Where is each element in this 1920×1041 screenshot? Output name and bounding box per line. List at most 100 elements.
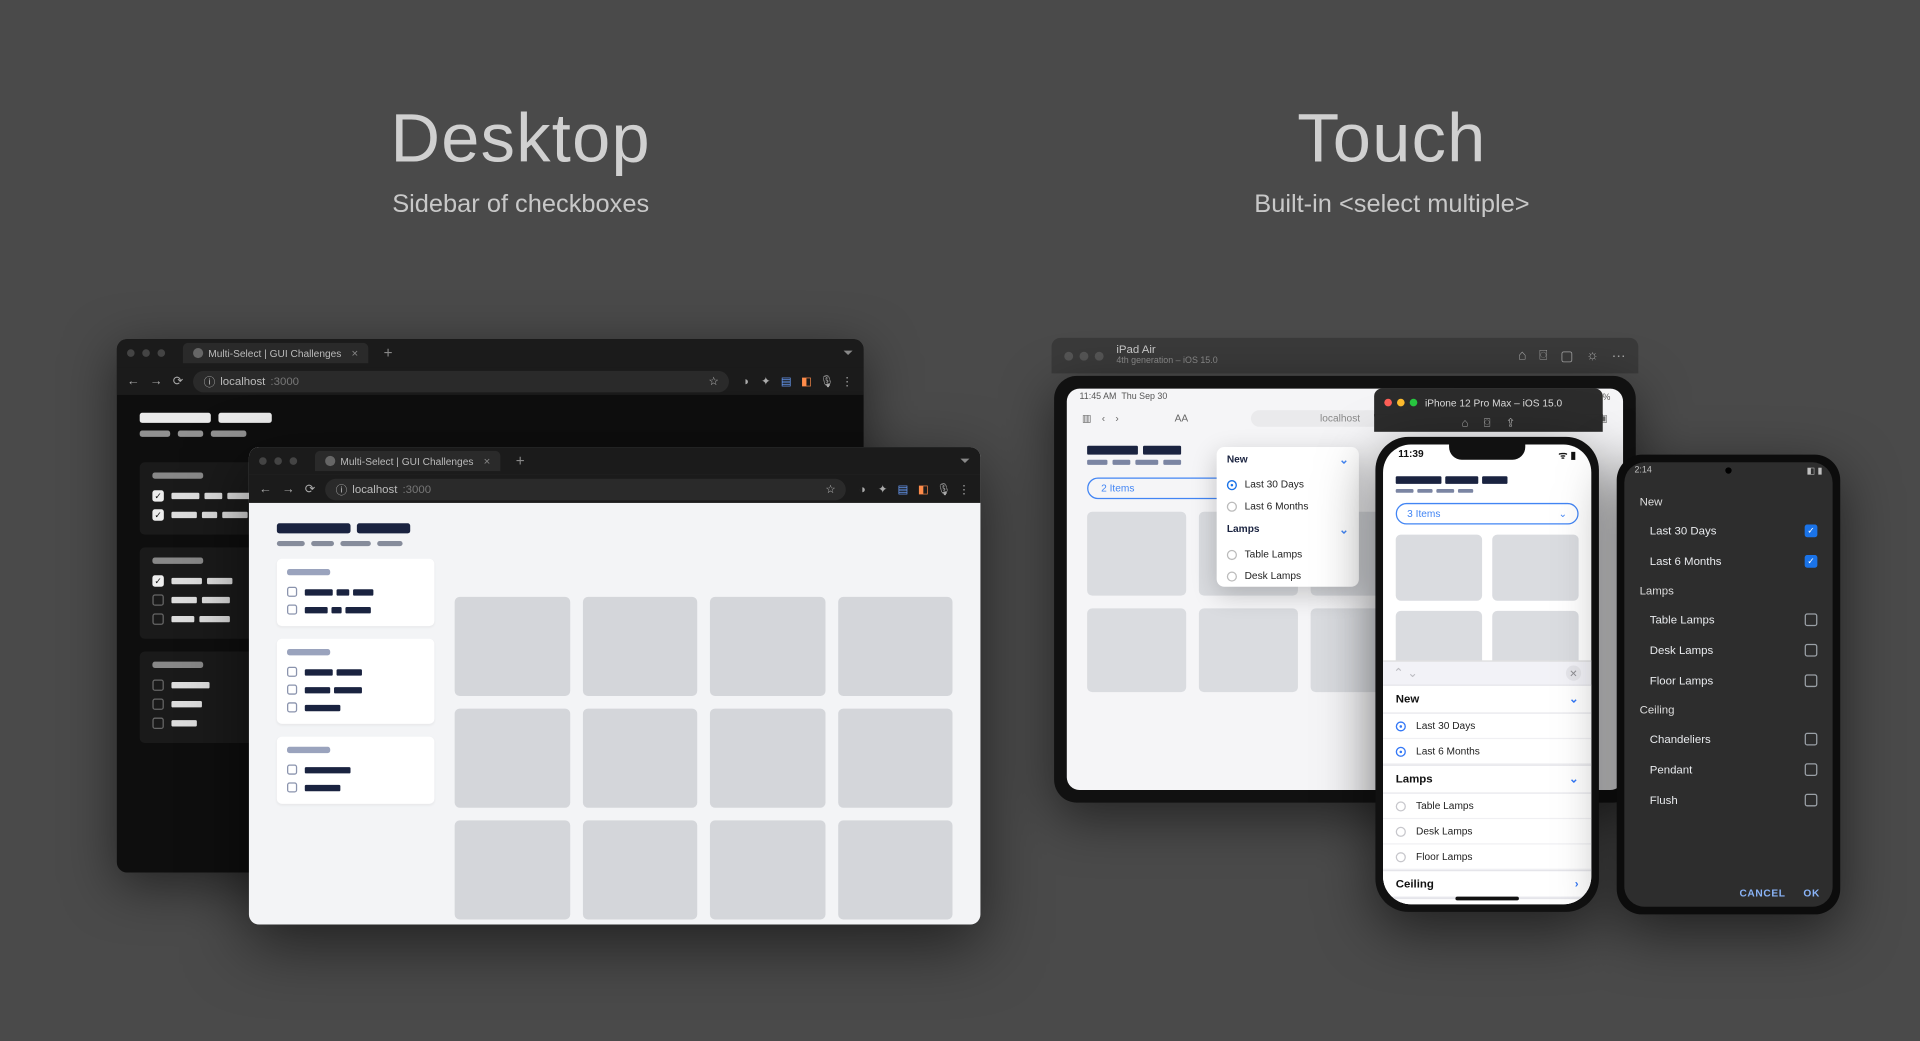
browser-tab[interactable]: Multi-Select | GUI Challenges × <box>183 343 368 363</box>
optgroup-header[interactable]: Ceiling› <box>1383 870 1591 898</box>
filter-row[interactable] <box>287 681 424 699</box>
traffic-light-max[interactable] <box>1410 399 1418 407</box>
option-row[interactable]: Table Lamps <box>1217 544 1359 566</box>
checkbox-icon[interactable] <box>1805 733 1818 746</box>
checkbox-icon[interactable] <box>287 605 297 615</box>
forward-icon[interactable]: → <box>150 374 163 388</box>
ext-icon[interactable]: ✦ <box>876 483 889 496</box>
home-indicator[interactable] <box>1455 897 1519 901</box>
new-tab-button[interactable]: + <box>516 452 525 470</box>
ext-mic-icon[interactable]: 🎙 <box>937 483 950 496</box>
checkbox-icon[interactable] <box>287 587 297 597</box>
result-card[interactable] <box>838 820 953 919</box>
rotate-icon[interactable]: ▢ <box>1560 347 1573 364</box>
traffic-light-close[interactable] <box>1384 399 1392 407</box>
option-row[interactable]: Table Lamps <box>1624 605 1832 635</box>
optgroup-header[interactable]: Lamps⌄ <box>1383 765 1591 794</box>
reader-aa-icon[interactable]: AA <box>1175 413 1189 424</box>
ext-icon[interactable]: ◑ <box>856 483 869 496</box>
checkbox-icon[interactable] <box>287 685 297 695</box>
checkbox-icon[interactable] <box>1805 644 1818 657</box>
checkbox-icon[interactable] <box>1805 763 1818 776</box>
optgroup-header[interactable]: New⌄ <box>1383 685 1591 714</box>
result-card[interactable] <box>1087 512 1186 596</box>
home-icon[interactable]: ⌂ <box>1518 347 1526 364</box>
option-row[interactable]: Flush <box>1624 785 1832 815</box>
option-row[interactable]: Pendant <box>1624 754 1832 784</box>
checkbox-icon[interactable] <box>152 613 163 624</box>
bookmark-star-icon[interactable]: ☆ <box>825 482 835 496</box>
browser-menu-icon[interactable]: ⋮ <box>958 483 971 496</box>
traffic-light-min[interactable] <box>1080 351 1089 360</box>
checkbox-icon[interactable]: ✓ <box>152 575 163 586</box>
checkbox-icon[interactable] <box>287 702 297 712</box>
checkbox-icon[interactable] <box>287 782 297 792</box>
option-row[interactable]: Desk Lamps <box>1217 565 1359 587</box>
checkbox-icon[interactable] <box>1805 674 1818 687</box>
result-card[interactable] <box>710 709 825 808</box>
close-tab-icon[interactable]: × <box>352 347 359 360</box>
option-row[interactable]: Desk Lamps <box>1624 635 1832 665</box>
checkbox-icon[interactable] <box>1805 613 1818 626</box>
bookmark-star-icon[interactable]: ☆ <box>709 374 719 388</box>
result-card[interactable] <box>455 597 570 696</box>
checkbox-icon[interactable]: ✓ <box>1805 525 1818 538</box>
screenshot-icon[interactable]: ⌼ <box>1539 347 1547 364</box>
forward-icon[interactable]: → <box>282 482 295 496</box>
back-icon[interactable]: ← <box>259 482 272 496</box>
ok-button[interactable]: OK <box>1803 888 1820 899</box>
ext-icon[interactable]: ▤ <box>780 375 793 388</box>
ext-icon[interactable]: ✦ <box>759 375 772 388</box>
filter-row[interactable] <box>287 583 424 601</box>
result-card[interactable] <box>1199 608 1298 692</box>
result-card[interactable] <box>838 709 953 808</box>
traffic-light-min[interactable] <box>274 457 282 465</box>
option-row[interactable]: Last 6 Months✓ <box>1624 546 1832 576</box>
traffic-light-min[interactable] <box>142 349 150 357</box>
back-icon[interactable]: ‹ <box>1102 413 1105 424</box>
checkbox-icon[interactable]: ✓ <box>152 490 163 501</box>
option-row[interactable]: Last 30 Days <box>1383 714 1591 739</box>
reload-icon[interactable]: ⟳ <box>173 374 184 388</box>
ext-icon[interactable]: ◑ <box>739 375 752 388</box>
checkbox-icon[interactable]: ✓ <box>1805 555 1818 568</box>
filter-row[interactable] <box>287 663 424 681</box>
site-info-icon[interactable]: ⓘ <box>204 373 215 390</box>
traffic-light-max[interactable] <box>157 349 165 357</box>
checkbox-icon[interactable] <box>152 679 163 690</box>
ext-icon[interactable]: ◧ <box>800 375 813 388</box>
ext-mic-icon[interactable]: 🎙 <box>820 375 833 388</box>
result-card[interactable] <box>1396 535 1482 601</box>
sheet-prev-icon[interactable]: ⌃ ⌄ <box>1393 666 1418 680</box>
optgroup-header[interactable]: New⌄ <box>1217 447 1359 474</box>
filter-row[interactable] <box>287 699 424 717</box>
screenshot-icon[interactable]: ⌼ <box>1484 416 1491 430</box>
window-menu-icon[interactable]: ⏷ <box>960 454 970 468</box>
filter-row[interactable] <box>287 761 424 779</box>
sheet-close-icon[interactable]: ✕ <box>1566 665 1581 680</box>
forward-icon[interactable]: › <box>1115 413 1118 424</box>
site-info-icon[interactable]: ⓘ <box>336 481 347 498</box>
filter-row[interactable] <box>287 601 424 619</box>
option-row[interactable]: Last 6 Months <box>1383 739 1591 764</box>
new-tab-button[interactable]: + <box>384 344 393 362</box>
address-bar[interactable]: ⓘ localhost:3000 ☆ <box>326 478 846 500</box>
select-multiple-trigger[interactable]: 3 Items ⌄ <box>1396 503 1579 525</box>
option-row[interactable]: Table Lamps <box>1383 794 1591 819</box>
option-row[interactable]: Last 6 Months <box>1217 495 1359 517</box>
result-card[interactable] <box>710 597 825 696</box>
option-row[interactable]: Floor Lamps <box>1624 665 1832 695</box>
traffic-light-close[interactable] <box>259 457 267 465</box>
ext-icon[interactable]: ◧ <box>917 483 930 496</box>
reload-icon[interactable]: ⟳ <box>305 482 316 496</box>
result-card[interactable] <box>455 820 570 919</box>
cancel-button[interactable]: CANCEL <box>1739 888 1785 899</box>
traffic-light-close[interactable] <box>1064 351 1073 360</box>
traffic-light-close[interactable] <box>127 349 135 357</box>
option-row[interactable]: Chandeliers <box>1624 724 1832 754</box>
sidebar-toggle-icon[interactable]: ▥ <box>1082 413 1092 424</box>
result-card[interactable] <box>710 820 825 919</box>
result-card[interactable] <box>838 597 953 696</box>
optgroup-header[interactable]: Lamps⌄ <box>1217 517 1359 544</box>
checkbox-icon[interactable] <box>152 594 163 605</box>
